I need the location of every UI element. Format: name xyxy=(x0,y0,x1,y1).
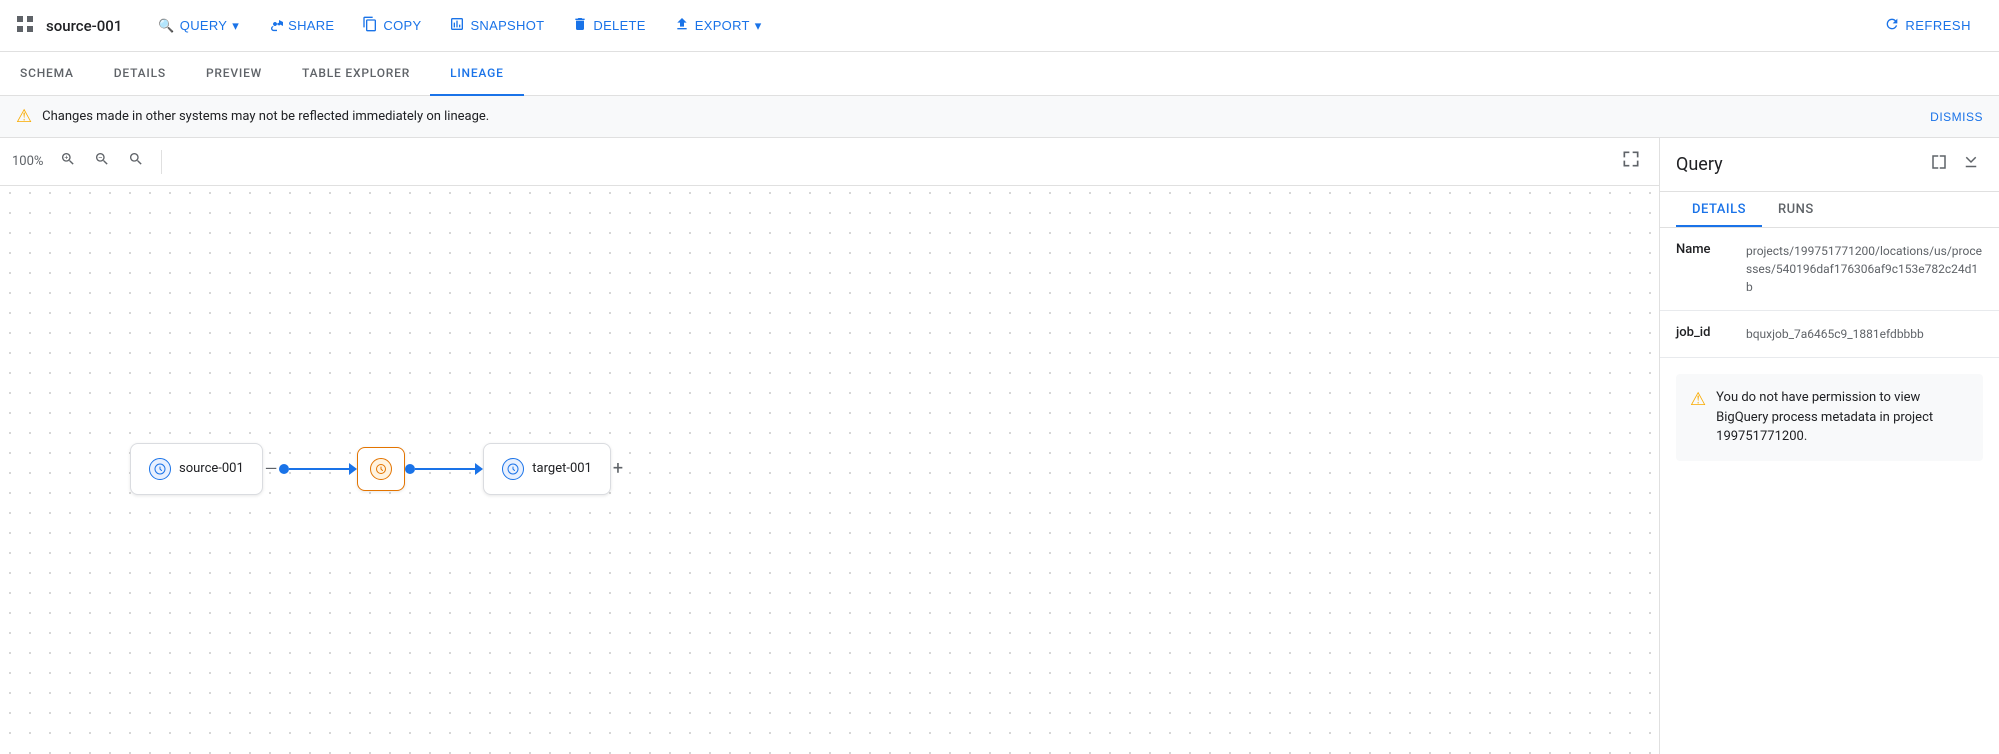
connector-1 xyxy=(279,463,357,475)
copy-button[interactable]: COPY xyxy=(350,10,433,41)
zoom-level: 100% xyxy=(12,154,43,169)
panel-title: Query xyxy=(1676,154,1723,175)
panel-header-icons xyxy=(1927,150,1983,179)
lineage-container: source-001 — xyxy=(130,443,625,495)
detail-row-job-id: job_id bquxjob_7a6465c9_1881efdbbbb xyxy=(1660,311,1999,358)
warning-left: ⚠ Changes made in other systems may not … xyxy=(16,106,489,127)
detail-name-label: Name xyxy=(1676,242,1746,257)
query-button[interactable]: 🔍 QUERY ▾ xyxy=(146,12,251,40)
delete-button[interactable]: DELETE xyxy=(560,10,657,41)
panel-tab-details[interactable]: DETAILS xyxy=(1676,192,1762,227)
tab-schema[interactable]: SCHEMA xyxy=(0,52,94,96)
permission-warning-text: You do not have permission to view BigQu… xyxy=(1716,388,1969,447)
connector-arrow-2 xyxy=(475,463,483,475)
fit-screen-button[interactable] xyxy=(1615,146,1647,177)
target-node-icon xyxy=(502,458,524,480)
detail-job-id-label: job_id xyxy=(1676,325,1746,340)
target-node[interactable]: target-001 xyxy=(483,443,611,495)
target-node-label: target-001 xyxy=(532,461,592,476)
connector-line-1 xyxy=(289,468,349,470)
query-icon: 🔍 xyxy=(158,18,175,34)
zoom-out-button[interactable] xyxy=(89,148,115,175)
right-panel: Query DETAILS RUNS Name projects/1997517… xyxy=(1659,138,1999,754)
grid-icon xyxy=(16,15,34,37)
panel-split-button[interactable] xyxy=(1927,150,1951,179)
process-node-icon xyxy=(370,458,392,480)
process-node[interactable] xyxy=(357,447,405,491)
permission-warning-icon: ⚠ xyxy=(1690,389,1706,410)
panel-collapse-button[interactable] xyxy=(1959,150,1983,179)
source-node-icon xyxy=(149,458,171,480)
detail-name-value: projects/199751771200/locations/us/proce… xyxy=(1746,242,1983,296)
tabs-bar: SCHEMA DETAILS PREVIEW TABLE EXPLORER LI… xyxy=(0,52,1999,96)
warning-text: Changes made in other systems may not be… xyxy=(42,109,489,124)
tab-lineage[interactable]: LINEAGE xyxy=(430,52,524,96)
query-arrow-icon: ▾ xyxy=(232,18,239,34)
share-button[interactable]: SHARE xyxy=(255,10,346,41)
toolbar-divider xyxy=(161,150,162,174)
warning-banner: ⚠ Changes made in other systems may not … xyxy=(0,96,1999,138)
connector-line-2 xyxy=(415,468,475,470)
connector-dot-2 xyxy=(405,464,415,474)
connector-2 xyxy=(405,463,483,475)
connector-dot-1 xyxy=(279,464,289,474)
zoom-in-button[interactable] xyxy=(55,148,81,175)
export-button[interactable]: EXPORT ▾ xyxy=(662,10,774,41)
source-minus: — xyxy=(265,459,278,478)
detail-job-id-value: bquxjob_7a6465c9_1881efdbbbb xyxy=(1746,325,1924,343)
delete-icon xyxy=(572,16,588,35)
share-icon xyxy=(267,16,283,35)
warning-icon: ⚠ xyxy=(16,106,32,127)
detail-row-name: Name projects/199751771200/locations/us/… xyxy=(1660,228,1999,311)
panel-tab-runs[interactable]: RUNS xyxy=(1762,192,1830,227)
connector-arrow-1 xyxy=(349,463,357,475)
refresh-button[interactable]: REFRESH xyxy=(1872,10,1983,41)
zoom-reset-button[interactable] xyxy=(123,148,149,175)
page-title: source-001 xyxy=(46,17,122,35)
export-arrow-icon: ▾ xyxy=(755,18,762,34)
refresh-icon xyxy=(1884,16,1900,35)
tab-preview[interactable]: PREVIEW xyxy=(186,52,282,96)
copy-icon xyxy=(362,16,378,35)
panel-header: Query xyxy=(1660,138,1999,192)
panel-body: Name projects/199751771200/locations/us/… xyxy=(1660,228,1999,754)
permission-warning: ⚠ You do not have permission to view Big… xyxy=(1676,374,1983,461)
source-node-label: source-001 xyxy=(179,461,244,476)
canvas-area: 100% so xyxy=(0,138,1659,754)
panel-tabs: DETAILS RUNS xyxy=(1660,192,1999,228)
target-plus[interactable]: + xyxy=(613,458,623,479)
tab-table-explorer[interactable]: TABLE EXPLORER xyxy=(282,52,430,96)
topbar: source-001 🔍 QUERY ▾ SHARE COPY SNAPSHOT… xyxy=(0,0,1999,52)
export-icon xyxy=(674,16,690,35)
snapshot-button[interactable]: SNAPSHOT xyxy=(437,10,556,41)
tab-details[interactable]: DETAILS xyxy=(94,52,186,96)
dismiss-button[interactable]: DISMISS xyxy=(1930,110,1983,124)
canvas-content: source-001 — xyxy=(0,183,1659,754)
canvas-toolbar: 100% xyxy=(0,138,1659,186)
source-node[interactable]: source-001 xyxy=(130,443,263,495)
main-area: 100% so xyxy=(0,138,1999,754)
snapshot-icon xyxy=(449,16,465,35)
